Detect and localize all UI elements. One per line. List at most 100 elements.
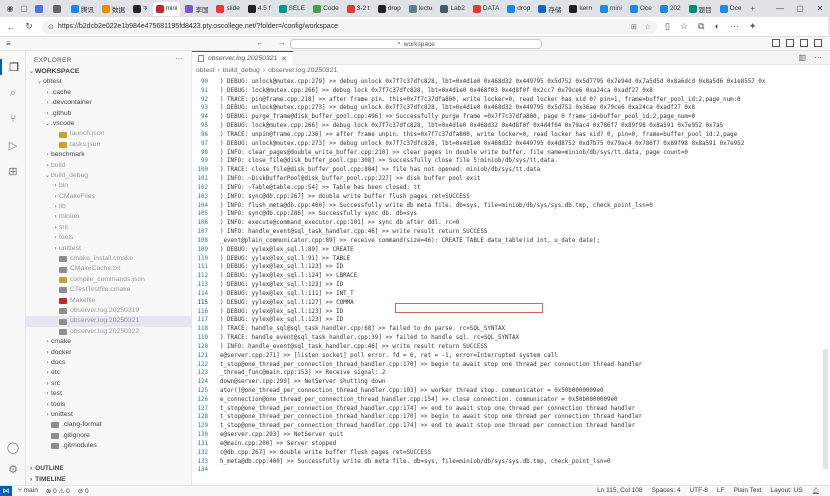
tree-file[interactable]: tasks.json — [26, 140, 192, 150]
tree-folder[interactable]: › build — [26, 161, 192, 171]
maximize-window-icon[interactable]: ▢ — [790, 0, 810, 17]
code-line[interactable]: 120) INFO: handle_event@sql_task_handler… — [192, 343, 830, 352]
code-line[interactable]: 102) INFO: ~Table@table.cpp:54] >> Table… — [192, 184, 830, 193]
tree-file[interactable]: CMakeCache.txt — [26, 264, 192, 274]
browser-tab[interactable]: ক — [130, 2, 151, 16]
split-view-icon[interactable]: ▯ — [665, 21, 670, 32]
translate-icon[interactable]: ⊞ — [631, 23, 637, 31]
tree-folder[interactable]: ⌄ .vscode — [26, 119, 192, 129]
browser-tab[interactable]: 202 — [657, 2, 684, 16]
code-line[interactable]: 107) INFO: handle_event@sql_task_handler… — [192, 228, 830, 237]
tree-folder[interactable]: › src — [26, 379, 192, 389]
browser-tab[interactable]: 数据 — [99, 2, 128, 16]
breadcrumb-item[interactable]: observer.log.20250321 — [268, 67, 337, 74]
notifications-bell-icon[interactable]: 🔔︎ — [812, 487, 820, 495]
branch-status[interactable]: ⑂ main — [18, 487, 38, 495]
editor-more-actions-icon[interactable]: ⋯ — [814, 53, 822, 62]
code-line[interactable]: 111) DEBUG: yylex@lex_sql.l:123] >> ID — [192, 263, 830, 272]
indentation[interactable]: Spaces: 4 — [652, 487, 681, 495]
code-line[interactable]: 92) TRACE: pin@frame.cpp:218] >> after f… — [192, 96, 830, 105]
split-editor-icon[interactable]: ▥ — [798, 53, 806, 62]
breadcrumb-item[interactable]: obtest — [196, 67, 215, 74]
browser-tab[interactable]: 4.5 f — [245, 2, 274, 16]
explorer-icon[interactable]: ❐ — [0, 59, 26, 75]
browser-tab[interactable] — [50, 2, 66, 16]
new-tab-icon[interactable]: + — [747, 3, 759, 15]
code-line[interactable]: 122 t_stop@one_thread_per_connection_thre… — [192, 361, 830, 370]
outline-section[interactable]: › OUTLINE — [26, 463, 192, 473]
explorer-more-actions[interactable]: ··· — [175, 54, 183, 63]
search-view-icon[interactable]: ⌕ — [5, 85, 21, 101]
code-line[interactable]: 123 _thread_func@main.cpp:153] >> Receive… — [192, 369, 830, 378]
code-line[interactable]: 127 t_stop@one_thread_per_connection_thre… — [192, 405, 830, 414]
tree-folder[interactable]: › docs — [26, 358, 192, 368]
go-forward-icon[interactable]: → — [278, 38, 286, 47]
close-window-icon[interactable]: ✕ — [810, 0, 830, 17]
encoding[interactable]: UTF-8 — [689, 487, 707, 495]
browser-tab[interactable]: Code — [310, 2, 342, 16]
code-line[interactable]: 103) INFO: sync@db.cpp:267] >> double wr… — [192, 193, 830, 202]
tree-file[interactable]: observer.log.20250321 — [26, 316, 192, 327]
address-bar[interactable]: ⊙ https://b2dcb2e022e1b984e475681195fd84… — [42, 19, 657, 34]
code-line[interactable]: 133 h_meta@db.cpp:400] >> Successfully wr… — [192, 458, 830, 467]
tree-folder[interactable]: › docker — [26, 348, 192, 358]
breadcrumb-item[interactable]: build_debug — [223, 67, 260, 74]
code-line[interactable]: 91) DEBUG: lock@mutex.cpp:266] >> debug … — [192, 87, 830, 96]
profile-icon[interactable]: ◐ — [714, 21, 719, 32]
cursor-position[interactable]: Ln 115, Col 108 — [597, 487, 642, 495]
code-line[interactable]: 115) DEBUG: yylex@lex_sql.l:127] >> COMM… — [192, 299, 830, 308]
code-view[interactable]: 90) DEBUG: unlock@mutex.cpp:279] >> debu… — [192, 78, 830, 475]
code-line[interactable]: 125 ator()@one_thread_per_connection_thre… — [192, 387, 830, 396]
copilot-icon[interactable]: ✦ — [749, 21, 757, 32]
code-line[interactable]: 104) INFO: flush_meta@db.cpp:400] >> Suc… — [192, 202, 830, 211]
customize-layout-icon[interactable] — [814, 39, 822, 47]
code-line[interactable]: 100) TRACE: close_file@disk_buffer_pool.… — [192, 166, 830, 175]
browser-menu-icon[interactable]: ⋯ — [730, 21, 739, 32]
browser-tab[interactable]: 李国 — [182, 2, 211, 16]
tree-file[interactable]: observer.log.20250319 — [26, 306, 192, 316]
tree-folder[interactable]: › .github — [26, 109, 192, 119]
code-line[interactable]: 99) INFO: close_file@disk_buffer_pool.cp… — [192, 157, 830, 166]
code-line[interactable]: 134 — [192, 466, 830, 475]
minimize-window-icon[interactable]: — — [770, 0, 790, 17]
code-line[interactable]: 116) DEBUG: yylex@lex_sql.l:123] >> ID — [192, 308, 830, 317]
tree-file[interactable]: cmake_install.cmake — [26, 254, 192, 264]
tree-folder[interactable]: › .devcontainer — [26, 98, 192, 108]
remote-indicator-icon[interactable]: ⋈ — [0, 485, 12, 496]
tree-folder[interactable]: › test — [26, 389, 192, 399]
code-line[interactable]: 98) INFO: clear_pages@double_write_buffe… — [192, 149, 830, 158]
browser-tab[interactable] — [32, 2, 48, 16]
tree-file[interactable]: CTestTestfile.cmake — [26, 285, 192, 295]
browser-tab[interactable]: mini — [597, 2, 625, 16]
code-line[interactable]: 119) TRACE: handle_event@sql_task_handle… — [192, 334, 830, 343]
source-control-icon[interactable]: ⑂ — [5, 111, 21, 127]
favorites-icon[interactable]: ☆ — [680, 21, 688, 32]
go-back-icon[interactable]: ← — [256, 38, 264, 47]
tree-folder[interactable]: › src — [26, 223, 192, 233]
site-info-icon[interactable]: ⊙ — [48, 23, 54, 31]
browser-tab[interactable]: drop — [375, 2, 404, 16]
editor-tab-observer-log[interactable]: observer.log.20250321 ✕ — [192, 51, 293, 65]
browser-tab[interactable]: 腾讯 — [68, 2, 97, 16]
end-of-line[interactable]: LF — [717, 487, 725, 495]
code-line[interactable]: 97) DEBUG: unlock@mutex.cpp:273] >> debu… — [192, 140, 830, 149]
toggle-panel-icon[interactable] — [786, 39, 794, 47]
collections-icon[interactable]: ⧉ — [698, 21, 704, 32]
reload-icon[interactable]: ↻ — [24, 21, 34, 32]
code-line[interactable]: 131 e@main.cpp:200] >> Server stopped — [192, 440, 830, 449]
code-line[interactable]: 129 t_stop@one_thread_per_connection_thre… — [192, 422, 830, 431]
browser-tab[interactable]: kern — [566, 2, 595, 16]
code-line[interactable]: 101) INFO: ~DiskBufferPool@disk_buffer_p… — [192, 175, 830, 184]
tree-file[interactable]: observer.log.20250322 — [26, 327, 192, 337]
scrollbar-thumb[interactable] — [823, 349, 828, 469]
code-line[interactable]: 132 c@db.cpp:267] >> double write buffer … — [192, 449, 830, 458]
tree-file[interactable]: .gitignore — [26, 431, 192, 441]
tree-folder[interactable]: › .cache — [26, 88, 192, 98]
timeline-section[interactable]: › TIMELINE — [26, 474, 192, 484]
code-line[interactable]: 112) DEBUG: yylex@lex_sql.l:124] >> LBRA… — [192, 272, 830, 281]
back-icon[interactable]: ← — [6, 22, 16, 32]
code-line[interactable]: 130 e@server.cpp:293] >> NetServer quit — [192, 431, 830, 440]
code-line[interactable]: 113) DEBUG: yylex@lex_sql.l:123] >> ID — [192, 281, 830, 290]
language-mode[interactable]: Plain Text — [733, 487, 761, 495]
close-tab-icon[interactable]: ✕ — [281, 55, 287, 63]
